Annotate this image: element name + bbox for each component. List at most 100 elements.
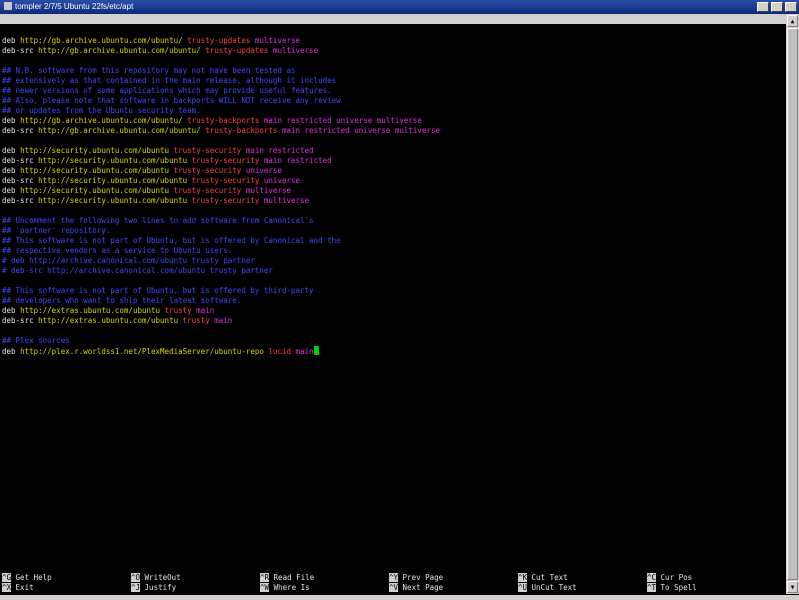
line-segment: multiverse	[263, 196, 310, 205]
scroll-up-arrow-icon[interactable]: ▲	[787, 15, 798, 27]
line-segment: deb	[2, 347, 21, 356]
line-segment: http://extras.ubuntu.com/ubuntu	[38, 316, 183, 325]
line-segment: multiverse	[272, 46, 319, 55]
shortcut-label: To Spell	[656, 583, 697, 592]
shortcut-item[interactable]: ^K Cut Text	[518, 573, 568, 583]
line-segment: deb	[2, 186, 21, 195]
shortcut-key: ^C	[647, 573, 657, 582]
terminal-app-icon	[4, 2, 12, 10]
line-segment: ## Uncomment the following two lines to …	[2, 216, 314, 225]
source-line: ## This software is not part of Ubuntu, …	[2, 286, 314, 296]
shortcut-key: ^Y	[389, 573, 399, 582]
line-segment: ## This software is not part of Ubuntu, …	[2, 236, 341, 245]
shortcut-item[interactable]: ^R Read File	[260, 573, 314, 583]
shortcut-key: ^U	[518, 583, 528, 592]
line-segment: # deb http://archive.canonical.com/ubunt…	[2, 256, 255, 265]
source-line: deb http://gb.archive.ubuntu.com/ubuntu/…	[2, 36, 300, 46]
shortcut-item[interactable]: ^W Where Is	[260, 583, 310, 593]
source-line: deb http://security.ubuntu.com/ubuntu tr…	[2, 166, 282, 176]
window-title: tompler 2/7/5 Ubuntu 22fs/etc/apt	[15, 2, 134, 11]
window-bottom-border	[0, 595, 799, 600]
shortcut-key: ^R	[260, 573, 270, 582]
line-segment: ## or updates from the Ubuntu security t…	[2, 106, 201, 115]
line-segment: http://security.ubuntu.com/ubuntu	[20, 166, 174, 175]
line-segment: deb	[2, 146, 21, 155]
shortcut-item[interactable]: ^O WriteOut	[131, 573, 181, 583]
source-line: # deb-src http://archive.canonical.com/u…	[2, 266, 273, 276]
shortcut-item[interactable]: ^C Cur Pos	[647, 573, 692, 583]
line-segment: trusty-security	[191, 196, 264, 205]
line-segment: main	[196, 306, 215, 315]
maximize-button[interactable]	[771, 2, 783, 12]
shortcut-item[interactable]: ^V Next Page	[389, 583, 443, 593]
line-segment: http://security.ubuntu.com/ubuntu	[38, 156, 192, 165]
source-line: ## N.B. software from this repository ma…	[2, 66, 296, 76]
line-segment: trusty-backports	[205, 126, 282, 135]
line-segment: ## respective vendors as a service to Ub…	[2, 246, 233, 255]
line-segment: deb-src	[2, 46, 39, 55]
minimize-button[interactable]	[757, 2, 769, 12]
nano-status: Modified	[739, 44, 778, 53]
line-segment: http://plex.r.worldss1.net/PlexMediaServ…	[20, 347, 269, 356]
line-segment: deb-src	[2, 196, 39, 205]
line-segment: trusty	[164, 306, 197, 315]
source-line: deb-src http://extras.ubuntu.com/ubuntu …	[2, 316, 232, 326]
source-line: deb http://plex.r.worldss1.net/PlexMedia…	[2, 346, 319, 356]
close-button[interactable]	[785, 2, 797, 12]
shortcut-key: ^T	[647, 583, 657, 592]
shortcut-item[interactable]: ^X Exit	[2, 583, 34, 593]
scroll-thumb[interactable]	[787, 28, 798, 580]
line-segment: deb	[2, 306, 21, 315]
line-segment: trusty-security	[173, 146, 246, 155]
shortcut-item[interactable]: ^U UnCut Text	[518, 583, 577, 593]
source-line: deb-src http://security.ubuntu.com/ubunt…	[2, 156, 332, 166]
source-line: ## Plex sources	[2, 336, 70, 346]
line-segment: universe	[245, 166, 282, 175]
line-segment: trusty-security	[191, 156, 264, 165]
line-segment: # deb-src http://archive.canonical.com/u…	[2, 266, 273, 275]
line-segment: ## This software is not part of Ubuntu, …	[2, 286, 314, 295]
shortcut-item[interactable]: ^G Get Help	[2, 573, 52, 583]
shortcut-label: Next Page	[398, 583, 444, 592]
scroll-down-arrow-icon[interactable]: ▼	[787, 581, 798, 593]
line-segment: http://security.ubuntu.com/ubuntu	[20, 186, 174, 195]
shortcut-label: Cut Text	[527, 573, 568, 582]
line-segment: http://gb.archive.ubuntu.com/ubuntu/	[20, 116, 188, 125]
source-line: ## extensively as that contained in the …	[2, 76, 336, 86]
source-line: deb-src http://security.ubuntu.com/ubunt…	[2, 196, 309, 206]
line-segment: deb	[2, 166, 21, 175]
line-segment: ## 'partner' repository.	[2, 226, 111, 235]
line-segment: deb	[2, 116, 21, 125]
shortcut-item[interactable]: ^T To Spell	[647, 583, 697, 593]
line-segment: deb-src	[2, 176, 39, 185]
shortcut-item[interactable]: ^J Justify	[131, 583, 176, 593]
nano-header: GNU nano 2.2.6 File: sources.list Modifi…	[0, 14, 786, 53]
source-line: deb http://gb.archive.ubuntu.com/ubuntu/…	[2, 116, 422, 126]
vertical-scrollbar[interactable]: ▲ ▼	[786, 14, 799, 594]
shortcut-bar: ^G Get Help ^O WriteOut ^R Read File ^Y Pre…	[0, 573, 786, 595]
line-segment: deb-src	[2, 156, 39, 165]
line-segment: multiverse	[254, 36, 301, 45]
shortcut-key: ^J	[131, 583, 141, 592]
source-line: ## developers who want to ship their lat…	[2, 296, 241, 306]
source-line: deb http://security.ubuntu.com/ubuntu tr…	[2, 146, 314, 156]
line-segment: trusty-updates	[187, 36, 255, 45]
nano-version: GNU nano 2.2.6	[8, 24, 76, 33]
source-line: deb-src http://gb.archive.ubuntu.com/ubu…	[2, 126, 440, 136]
line-segment: http://gb.archive.ubuntu.com/ubuntu/	[38, 46, 206, 55]
shortcut-key: ^O	[131, 573, 141, 582]
line-segment: trusty-security	[191, 176, 264, 185]
line-segment: deb	[2, 36, 21, 45]
shortcut-key: ^G	[2, 573, 12, 582]
line-segment: multiverse	[245, 186, 291, 195]
source-line: ## or updates from the Ubuntu security t…	[2, 106, 201, 116]
window-controls	[757, 2, 797, 12]
source-line: ## respective vendors as a service to Ub…	[2, 246, 232, 256]
shortcut-key: ^K	[518, 573, 528, 582]
line-segment: http://gb.archive.ubuntu.com/ubuntu/	[38, 126, 206, 135]
source-line: # deb http://archive.canonical.com/ubunt…	[2, 256, 255, 266]
shortcut-label: Read File	[269, 573, 315, 582]
shortcut-key: ^X	[2, 583, 12, 592]
shortcut-item[interactable]: ^Y Prev Page	[389, 573, 443, 583]
line-segment: main restricted universe multiverse	[263, 116, 422, 125]
